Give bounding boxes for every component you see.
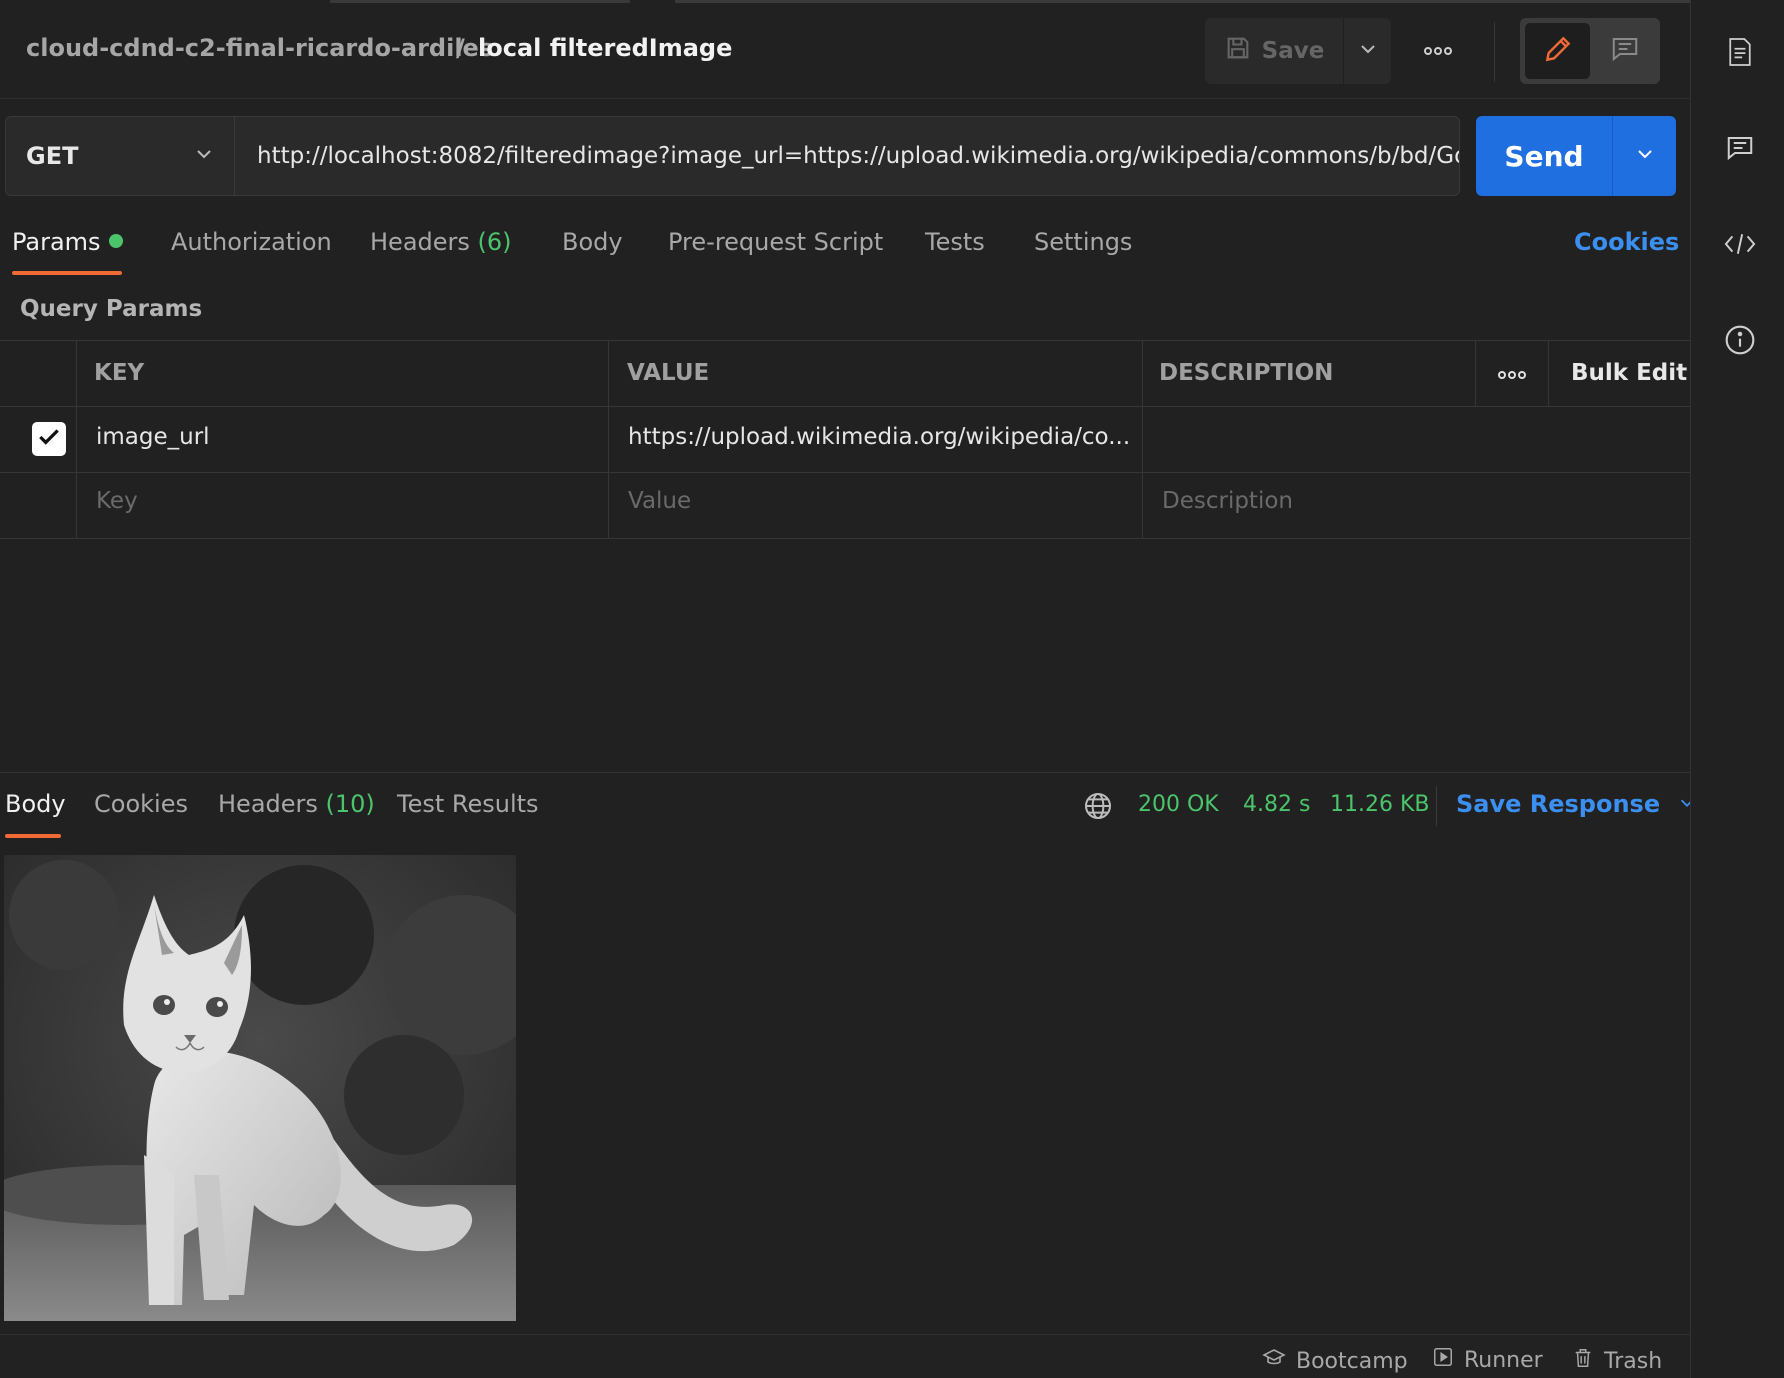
send-dropdown-button[interactable]	[1612, 116, 1676, 196]
param-value-input[interactable]: https://upload.wikimedia.org/wikipedia/c…	[628, 424, 1130, 450]
response-tab-cookies[interactable]: Cookies	[94, 790, 188, 818]
tab-body[interactable]: Body	[562, 228, 623, 256]
table-border	[0, 340, 1690, 341]
code-icon[interactable]	[1720, 224, 1760, 264]
trash-icon	[1572, 1346, 1594, 1376]
more-icon	[1497, 365, 1527, 384]
save-response-label: Save Response	[1456, 790, 1661, 818]
info-icon[interactable]	[1720, 320, 1760, 360]
table-border	[1475, 340, 1476, 406]
graduation-cap-icon	[1262, 1346, 1286, 1376]
save-button[interactable]: Save	[1205, 18, 1343, 84]
trash-label: Trash	[1604, 1348, 1663, 1374]
new-param-value-input[interactable]: Value	[628, 488, 691, 514]
tab-pre-request-script[interactable]: Pre-request Script	[668, 228, 883, 256]
tab-headers[interactable]: Headers (6)	[370, 228, 512, 256]
bootcamp-button[interactable]: Bootcamp	[1262, 1346, 1408, 1376]
response-time[interactable]: 4.82 s	[1243, 792, 1310, 817]
chevron-down-icon	[194, 142, 214, 170]
column-header-key: KEY	[94, 360, 145, 386]
param-description-input[interactable]	[1162, 424, 1482, 454]
save-dropdown-button[interactable]	[1343, 18, 1391, 84]
params-active-dot	[108, 234, 123, 248]
method-select[interactable]: GET	[5, 116, 235, 196]
response-image	[4, 855, 516, 1321]
cookies-link[interactable]: Cookies	[1574, 228, 1679, 256]
edit-mode-button[interactable]	[1525, 23, 1590, 79]
pencil-icon	[1542, 33, 1574, 69]
bulk-edit-button[interactable]: Bulk Edit	[1571, 360, 1687, 386]
top-tab-line	[675, 0, 1690, 3]
tab-label: Params	[12, 228, 101, 256]
table-border	[0, 538, 1690, 539]
chevron-down-icon	[1358, 39, 1378, 63]
top-tab-line	[330, 0, 630, 3]
method-label: GET	[26, 142, 79, 170]
table-border	[608, 340, 609, 538]
tab-label: Headers	[218, 790, 318, 818]
table-border	[1142, 340, 1143, 538]
more-actions-button[interactable]	[1418, 30, 1458, 70]
table-options-button[interactable]	[1494, 362, 1530, 386]
table-border	[76, 340, 77, 538]
trash-button[interactable]: Trash	[1572, 1346, 1662, 1376]
response-tab-test-results[interactable]: Test Results	[397, 790, 539, 818]
runner-icon	[1432, 1346, 1454, 1374]
response-size[interactable]: 11.26 KB	[1330, 792, 1430, 817]
column-header-value: VALUE	[627, 360, 710, 386]
more-icon	[1423, 41, 1453, 60]
new-param-description-input[interactable]: Description	[1162, 488, 1293, 514]
comment-mode-button[interactable]	[1595, 23, 1655, 79]
right-context-bar	[1690, 0, 1784, 1378]
table-border	[1548, 340, 1549, 406]
tab-params[interactable]: Params	[12, 228, 123, 256]
status-code[interactable]: 200 OK	[1138, 792, 1219, 817]
status-divider	[1436, 786, 1437, 826]
new-param-key-input[interactable]: Key	[96, 488, 138, 514]
headers-count: (6)	[477, 228, 512, 256]
documentation-icon[interactable]	[1720, 32, 1760, 72]
breadcrumb-collection[interactable]: cloud-cdnd-c2-final-ricardo-ardiles	[26, 34, 493, 62]
query-params-title: Query Params	[20, 296, 203, 322]
save-response-button[interactable]: Save Response	[1456, 790, 1696, 818]
tab-authorization[interactable]: Authorization	[171, 228, 332, 256]
column-header-description: DESCRIPTION	[1159, 360, 1334, 386]
comment-icon	[1610, 34, 1640, 68]
param-enabled-checkbox[interactable]	[32, 422, 66, 456]
save-label: Save	[1261, 38, 1325, 64]
comments-icon[interactable]	[1720, 128, 1760, 168]
send-button[interactable]: Send	[1476, 116, 1612, 196]
header-border	[0, 98, 1690, 99]
breadcrumb-request-name[interactable]: local filteredImage	[478, 34, 732, 62]
table-border	[0, 406, 1690, 407]
active-response-tab-indicator	[5, 834, 61, 838]
pane-resize-handle[interactable]	[0, 772, 1690, 773]
tab-label: Headers	[370, 228, 470, 256]
response-tab-headers[interactable]: Headers (10)	[218, 790, 375, 818]
breadcrumb-separator: /	[456, 34, 465, 62]
param-key-input[interactable]: image_url	[96, 424, 210, 450]
active-tab-indicator	[12, 271, 122, 275]
runner-label: Runner	[1464, 1347, 1543, 1373]
chevron-down-icon	[1635, 144, 1655, 168]
url-input[interactable]: http://localhost:8082/filteredimage?imag…	[235, 116, 1460, 196]
bootcamp-label: Bootcamp	[1296, 1348, 1408, 1374]
checkmark-icon	[36, 424, 62, 454]
response-tab-body[interactable]: Body	[5, 790, 66, 818]
tab-settings[interactable]: Settings	[1034, 228, 1132, 256]
table-border	[0, 472, 1690, 473]
save-icon	[1224, 34, 1252, 68]
globe-icon[interactable]	[1082, 790, 1114, 822]
runner-button[interactable]: Runner	[1432, 1346, 1543, 1374]
toolbar-divider	[1494, 22, 1495, 82]
tab-tests[interactable]: Tests	[925, 228, 985, 256]
response-headers-count: (10)	[325, 790, 375, 818]
